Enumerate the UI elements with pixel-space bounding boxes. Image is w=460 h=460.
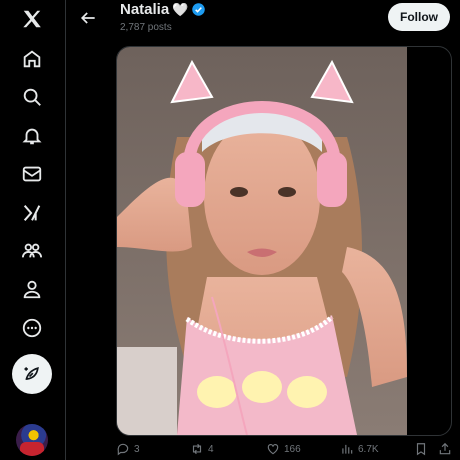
profile-name-row: Natalia 🤍	[120, 1, 206, 18]
reply-button[interactable]: 3	[116, 442, 140, 456]
verified-badge-icon	[192, 3, 206, 16]
back-arrow-icon[interactable]	[78, 8, 98, 28]
messages-icon[interactable]	[13, 155, 51, 193]
x-logo-icon[interactable]	[13, 0, 51, 38]
heart-emoji: 🤍	[172, 1, 189, 17]
views-icon	[342, 444, 353, 454]
views-button[interactable]: 6.7K	[340, 442, 379, 456]
repost-icon	[192, 443, 202, 455]
share-button[interactable]	[438, 442, 452, 456]
view-count: 6.7K	[358, 443, 379, 455]
repost-count: 4	[208, 443, 214, 455]
repost-button[interactable]: 4	[190, 442, 214, 456]
account-avatar[interactable]	[16, 424, 48, 456]
notifications-icon[interactable]	[13, 117, 51, 155]
reply-count: 3	[134, 443, 140, 455]
communities-icon[interactable]	[13, 232, 51, 270]
reply-icon	[117, 443, 129, 456]
share-icon	[439, 442, 451, 455]
bookmark-button[interactable]	[414, 442, 428, 456]
profile-header: Natalia 🤍 2,787 posts Follow	[66, 0, 460, 42]
compose-post-button[interactable]	[12, 354, 52, 394]
post-count: 2,787 posts	[120, 22, 172, 33]
heart-icon	[267, 444, 279, 455]
like-count: 166	[284, 443, 301, 455]
profile-name: Natalia	[120, 1, 170, 18]
post-photo	[117, 47, 407, 435]
home-icon[interactable]	[13, 40, 51, 78]
profile-icon[interactable]	[13, 270, 51, 308]
like-button[interactable]: 166	[266, 442, 301, 456]
explore-icon[interactable]	[13, 78, 51, 116]
post-media[interactable]	[116, 46, 452, 436]
grok-icon[interactable]	[13, 194, 51, 232]
side-navigation	[0, 0, 66, 460]
follow-button[interactable]: Follow	[388, 3, 450, 31]
compose-post-icon	[24, 367, 39, 381]
bookmark-icon	[416, 443, 426, 456]
post-actions: 3 4 166 6.7K	[110, 440, 460, 460]
more-icon[interactable]	[13, 309, 51, 347]
